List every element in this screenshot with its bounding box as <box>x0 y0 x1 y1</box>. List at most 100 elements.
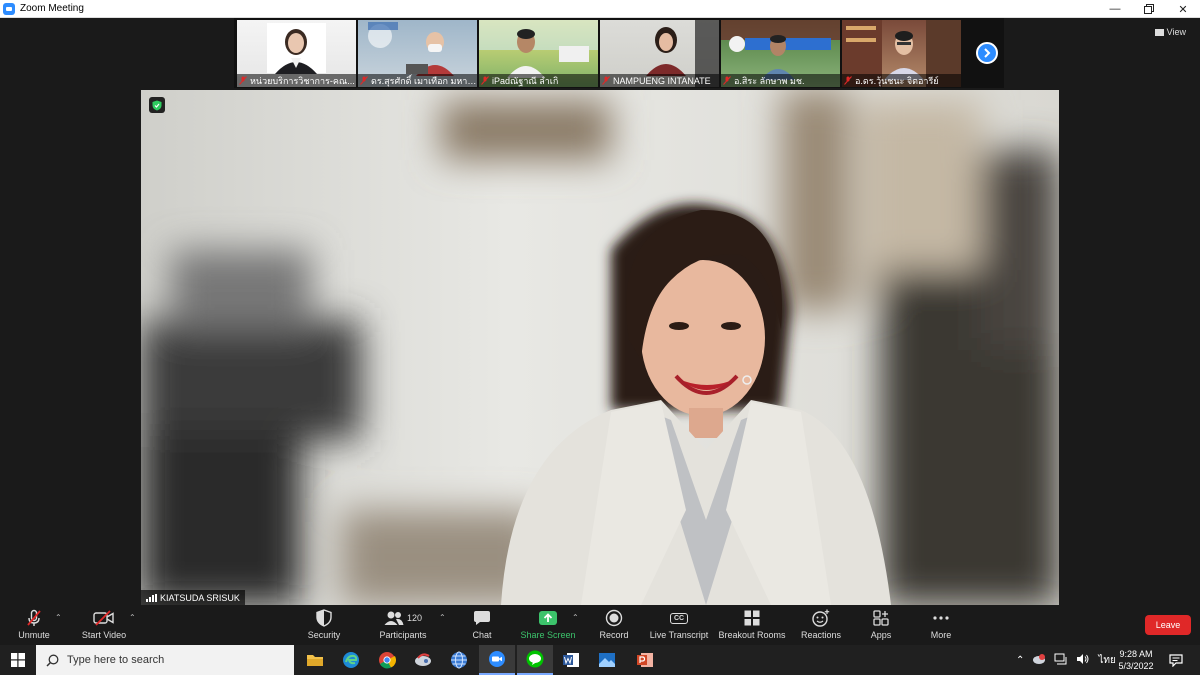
encryption-shield-icon[interactable] <box>149 97 165 113</box>
live-transcript-button[interactable]: CC Live Transcript <box>648 608 710 644</box>
search-icon <box>46 654 59 667</box>
more-dots-icon <box>932 608 950 628</box>
view-grid-icon <box>1154 28 1164 36</box>
speaker-name-label: KIATSUDA SRISUK <box>141 590 245 605</box>
security-button[interactable]: Security <box>304 608 344 644</box>
taskbar-search[interactable]: Type here to search <box>36 645 294 675</box>
apps-button[interactable]: Apps <box>866 608 896 644</box>
participant-tile[interactable]: iPadณัฐาณี ลำเกิ <box>479 20 598 87</box>
record-icon <box>605 608 623 628</box>
chrome-icon[interactable] <box>369 645 405 675</box>
mic-off-icon <box>602 76 610 85</box>
close-icon[interactable]: ✕ <box>1166 0 1200 18</box>
participant-tile[interactable]: อ.สิระ ลักษาพ มช. <box>721 20 840 87</box>
apps-label: Apps <box>870 630 892 640</box>
file-explorer-icon[interactable] <box>297 645 333 675</box>
active-speaker-video: KIATSUDA SRISUK <box>141 90 1059 605</box>
unmute-button[interactable]: Unmute <box>14 608 54 644</box>
network-icon[interactable] <box>1054 653 1068 668</box>
participant-name: iPadณัฐาณี ลำเกิ <box>492 75 559 86</box>
view-button[interactable]: View <box>1154 27 1186 37</box>
mic-off-icon <box>844 76 852 85</box>
mic-off-icon <box>239 76 247 85</box>
participant-tile[interactable]: อ.ดร.วุ้นชนะ จิตอารีย์ <box>842 20 961 87</box>
meeting-toolbar: Unmute ⌃ Start Video ⌃ Security 120 Part… <box>0 605 1200 645</box>
mic-muted-icon <box>25 608 43 628</box>
volume-icon[interactable] <box>1076 653 1090 668</box>
edge-icon[interactable] <box>333 645 369 675</box>
participant-name: ดร.สุรศักดิ์ เมาเทือก มหาวิท... <box>371 75 477 86</box>
powerpoint-icon[interactable] <box>627 645 663 675</box>
video-off-icon <box>93 608 115 628</box>
app-icon[interactable] <box>405 645 441 675</box>
audio-options-caret-icon[interactable]: ⌃ <box>55 613 62 622</box>
participant-tile[interactable]: ดร.สุรศักดิ์ เมาเทือก มหาวิท... <box>358 20 477 87</box>
participant-tile[interactable]: หน่วยบริการวิชาการ-คณ... <box>237 20 356 87</box>
taskbar-clock[interactable]: 9:28 AM 5/3/2022 <box>1112 648 1160 672</box>
video-options-caret-icon[interactable]: ⌃ <box>129 613 136 622</box>
closed-caption-icon: CC <box>669 608 689 628</box>
share-options-caret-icon[interactable]: ⌃ <box>572 613 579 622</box>
signal-bars-icon <box>146 593 157 602</box>
participants-button[interactable]: 120 Participants <box>378 608 428 644</box>
globe-icon[interactable] <box>441 645 477 675</box>
speaker-video-frame <box>141 90 1059 605</box>
participant-name-bar: อ.ดร.วุ้นชนะ จิตอารีย์ <box>842 74 961 87</box>
start-video-button[interactable]: Start Video <box>80 608 128 644</box>
mic-off-icon <box>360 76 368 85</box>
mic-off-icon <box>723 76 731 85</box>
restore-icon[interactable] <box>1132 0 1166 18</box>
breakout-rooms-label: Breakout Rooms <box>718 630 786 640</box>
shield-icon <box>316 608 332 628</box>
clock-date: 5/3/2022 <box>1118 661 1154 671</box>
reactions-label: Reactions <box>800 630 842 640</box>
tray-chevron-up-icon[interactable]: ⌃ <box>1016 655 1024 666</box>
windows-logo-icon <box>11 653 25 667</box>
unmute-label: Unmute <box>18 630 50 640</box>
share-screen-icon <box>538 608 558 628</box>
notifications-icon[interactable] <box>1160 645 1192 675</box>
participant-name-bar: หน่วยบริการวิชาการ-คณ... <box>237 74 356 87</box>
participants-icon: 120 <box>384 608 422 628</box>
share-screen-button[interactable]: Share Screen <box>518 608 578 644</box>
participant-name-bar: อ.สิระ ลักษาพ มช. <box>721 74 840 87</box>
window-titlebar: Zoom Meeting — ✕ <box>0 0 1200 18</box>
photos-icon[interactable] <box>589 645 625 675</box>
participants-caret-icon[interactable]: ⌃ <box>439 613 446 622</box>
security-label: Security <box>307 630 341 640</box>
reactions-button[interactable]: Reactions <box>800 608 842 644</box>
mic-off-icon <box>481 76 489 85</box>
zoom-icon[interactable] <box>479 645 515 675</box>
participant-name: อ.สิระ ลักษาพ มช. <box>734 75 805 86</box>
participant-name: หน่วยบริการวิชาการ-คณ... <box>250 75 355 86</box>
window-controls: — ✕ <box>1098 0 1200 18</box>
search-placeholder: Type here to search <box>67 654 165 666</box>
minimize-icon[interactable]: — <box>1098 0 1132 18</box>
participant-name: อ.ดร.วุ้นชนะ จิตอารีย์ <box>855 75 939 86</box>
more-button[interactable]: More <box>926 608 956 644</box>
meeting-area: หน่วยบริการวิชาการ-คณ... ดร.สุรศักดิ์ เม… <box>0 18 1200 605</box>
zoom-app-icon <box>3 2 15 15</box>
window-title: Zoom Meeting <box>20 3 84 14</box>
next-page-button[interactable] <box>976 42 998 64</box>
leave-button[interactable]: Leave <box>1145 615 1191 635</box>
start-video-label: Start Video <box>81 630 127 640</box>
breakout-rooms-button[interactable]: Breakout Rooms <box>718 608 786 644</box>
record-button[interactable]: Record <box>596 608 632 644</box>
record-label: Record <box>599 630 629 640</box>
participants-count: 120 <box>406 613 423 623</box>
participant-name: NAMPUENG INTANATE <box>613 75 711 86</box>
participant-tile[interactable]: NAMPUENG INTANATE <box>600 20 719 87</box>
line-icon[interactable] <box>517 645 553 675</box>
chat-button[interactable]: Chat <box>464 608 500 644</box>
more-label: More <box>930 630 952 640</box>
word-icon[interactable] <box>553 645 589 675</box>
tray-app-icon[interactable] <box>1032 653 1046 668</box>
os-taskbar: Type here to search ⌃ ไทย 9:28 AM 5/3/20… <box>0 645 1200 675</box>
start-button[interactable] <box>0 645 36 675</box>
chevron-right-icon <box>984 48 991 58</box>
chat-label: Chat <box>472 630 492 640</box>
participant-name-bar: ดร.สุรศักดิ์ เมาเทือก มหาวิท... <box>358 74 477 87</box>
clock-time: 9:28 AM <box>1119 649 1153 659</box>
view-label: View <box>1166 27 1186 37</box>
